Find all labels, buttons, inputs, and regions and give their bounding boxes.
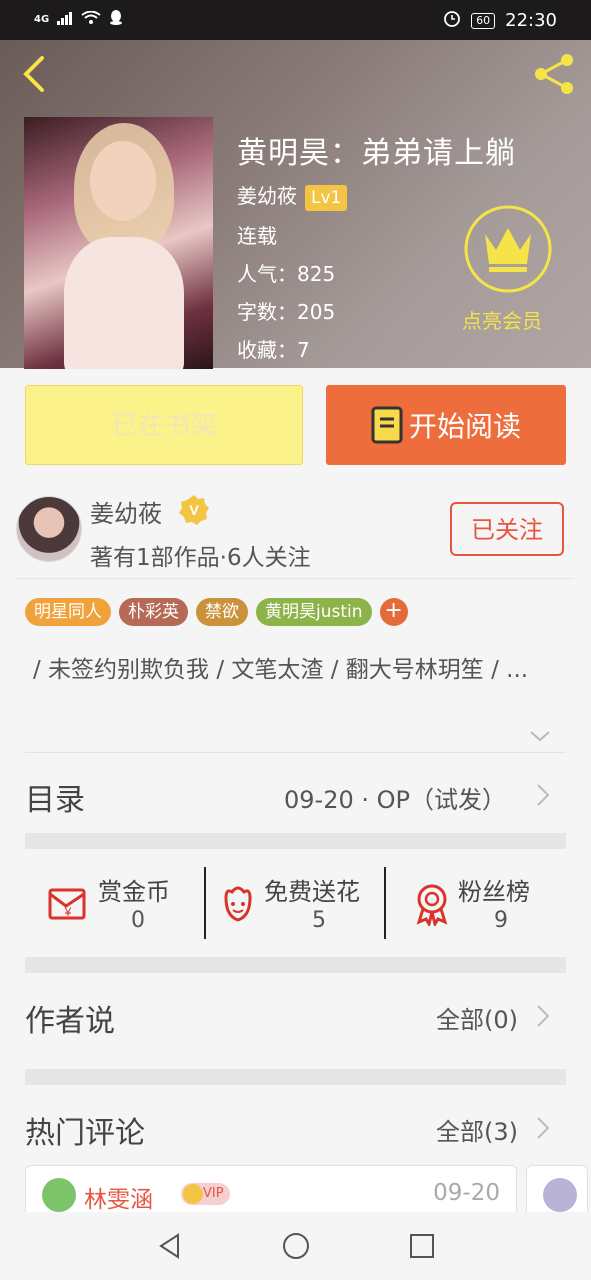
book-status: 连载 [237,224,277,248]
reward-coins-label: 赏金币 [98,878,170,906]
book-cover-image[interactable] [24,117,213,369]
flower-icon [224,886,252,922]
navigation-bar [0,1212,591,1280]
start-reading-label: 开始阅读 [408,410,521,443]
reward-coins-value: 0 [131,908,145,933]
word-count-value: 205 [297,300,336,324]
author-says-label[interactable]: 作者说 [25,996,115,1040]
nav-back-icon[interactable] [156,1232,184,1260]
hot-comments-all[interactable]: 全部(3) [436,1112,518,1147]
share-button[interactable] [533,52,577,96]
author-info: 著有1部作品·6人关注 [90,545,311,571]
section-gap [25,833,566,849]
follow-button[interactable]: 已关注 [450,502,564,556]
favorites-label: 收藏： [237,338,297,362]
fan-ranking-label: 粉丝榜 [458,878,530,906]
chevron-right-icon[interactable] [536,1116,550,1140]
book-header: 黄明昊：弟弟请上躺 姜幼莜 Lv1 连载 人气：825 字数：205 收藏：7 点… [0,40,591,369]
tag[interactable]: 禁欲 [196,598,248,626]
section-gap [25,1069,566,1085]
alarm-icon [443,9,461,32]
nav-home-icon[interactable] [282,1232,310,1260]
vip-label[interactable]: 点亮会员 [462,305,542,334]
author-row: 姜幼莜 V 著有1部作品·6人关注 已关注 [16,494,574,578]
author-says-all[interactable]: 全部(0) [436,1000,518,1035]
level-badge: Lv1 [305,185,348,211]
chevron-down-icon[interactable] [528,724,552,748]
commenter-name[interactable]: 林雯涵 [84,1180,153,1214]
book-title: 黄明昊：弟弟请上躺 [237,136,516,171]
red-envelope-icon: ¥ [48,888,86,920]
free-flowers[interactable]: 免费送花 5 [216,868,381,940]
back-button[interactable] [18,54,52,94]
qq-icon [109,9,123,30]
tag[interactable]: 朴彩英 [119,598,188,626]
latest-chapter[interactable]: 09-20 · OP（试发） [284,780,506,815]
start-reading-button[interactable]: 开始阅读 [326,385,566,465]
verified-badge-icon: V [179,495,209,525]
signal-icon [57,9,73,30]
book-author[interactable]: 姜幼莜 [237,184,297,208]
svg-text:¥: ¥ [64,905,72,919]
favorites-line: 收藏：7 [237,334,310,363]
word-count-label: 字数： [237,300,297,324]
catalog-label[interactable]: 目录 [25,775,85,819]
author-line: 姜幼莜 Lv1 [237,180,348,211]
back-arrow-icon [23,56,44,92]
word-count-line: 字数：205 [237,296,335,325]
popularity-value: 825 [297,262,336,286]
battery-indicator: 60 [471,12,496,29]
crown-icon [183,1184,203,1204]
free-flowers-label: 免费送花 [264,878,360,906]
book-description: / 未签约别欺负我 / 文笔太渣 / 翻大号林玥笙 / ... [33,657,529,683]
popularity-line: 人气：825 [237,258,335,287]
clock: 22:30 [505,10,557,31]
comment-date: 09-20 [433,1180,500,1206]
nav-recents-icon[interactable] [408,1232,436,1260]
favorites-value: 7 [297,338,310,362]
commenter-avatar[interactable] [42,1178,76,1212]
reward-coins[interactable]: ¥ 赏金币 0 [46,868,196,940]
section-gap [25,957,566,973]
vip-badge: VIP [181,1183,230,1205]
network-label: 4G [34,14,50,25]
fan-ranking[interactable]: 粉丝榜 9 [410,868,560,940]
chevron-right-icon[interactable] [536,1004,550,1028]
commenter-avatar[interactable] [543,1178,577,1212]
wifi-icon [81,9,101,30]
tag[interactable]: 黄明昊justin [256,598,372,626]
crown-icon[interactable] [463,204,553,294]
author-avatar[interactable] [16,496,82,562]
share-icon [535,54,573,94]
tag-list: 明星同人 朴彩英 禁欲 黄明昊justin + [25,598,408,626]
status-bar: 4G 60 22:30 [0,0,591,40]
tag[interactable]: 明星同人 [25,598,111,626]
medal-icon [416,884,448,926]
divider [384,867,386,939]
divider [25,752,566,753]
fan-ranking-value: 9 [494,908,508,933]
author-name[interactable]: 姜幼莜 [90,494,162,529]
chevron-right-icon[interactable] [536,783,550,807]
popularity-label: 人气： [237,262,297,286]
vip-badge-label: VIP [203,1186,224,1201]
divider [16,578,574,579]
on-shelf-button[interactable]: 已在书架 [25,385,303,465]
book-icon [371,406,403,444]
hot-comments-label[interactable]: 热门评论 [25,1108,145,1152]
divider [204,867,206,939]
free-flowers-value: 5 [312,908,326,933]
add-tag-button[interactable]: + [379,598,408,626]
svg-text:V: V [189,502,199,518]
